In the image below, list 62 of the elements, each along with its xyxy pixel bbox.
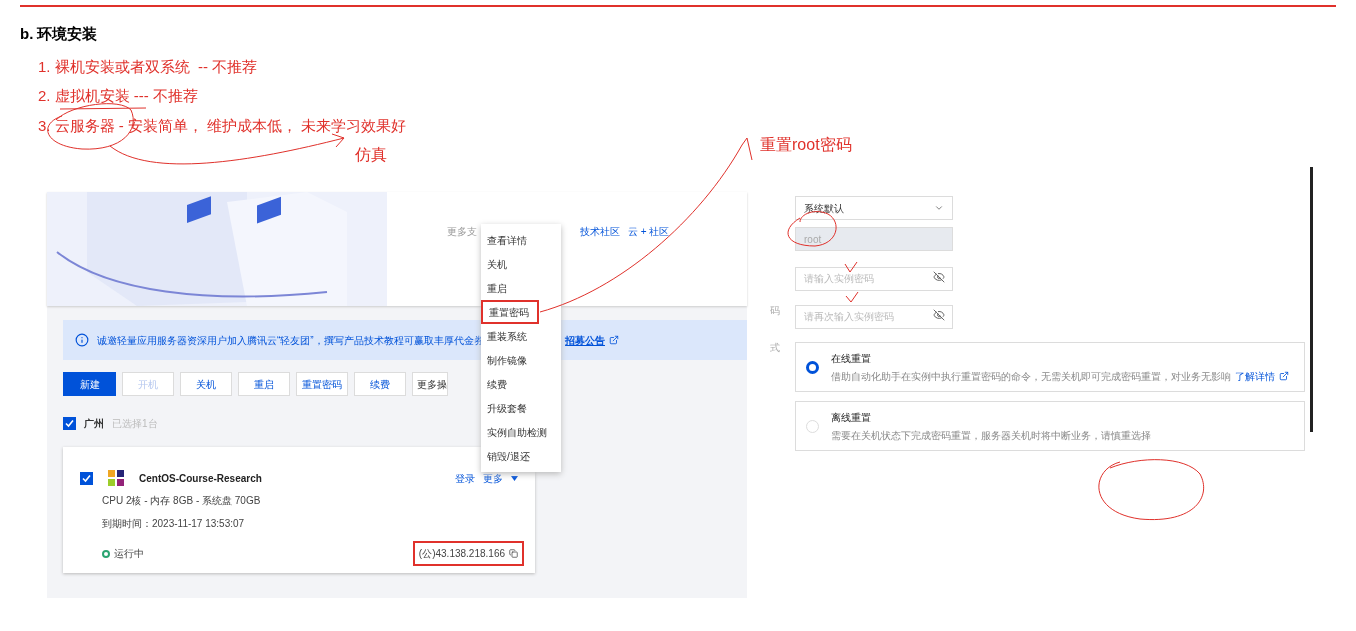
check-icon xyxy=(65,419,74,428)
toolbar-button[interactable]: 关机 xyxy=(180,372,232,396)
community-link[interactable]: 云 + 社区 xyxy=(628,224,670,239)
caret-icon xyxy=(511,475,518,481)
toolbar-button[interactable]: 更多操 xyxy=(412,372,448,396)
menu-item[interactable]: 销毁/退还 xyxy=(481,444,561,468)
radio-button[interactable] xyxy=(806,360,819,374)
hand-drawn-checkmark xyxy=(845,291,859,303)
instance-action-link[interactable]: 登录 xyxy=(455,470,475,486)
username-field: root xyxy=(795,227,953,251)
caret-icon xyxy=(934,203,944,213)
mode-title: 离线重置 xyxy=(831,410,872,425)
learn-more-link[interactable]: 了解详情 xyxy=(1235,368,1289,384)
cut-off-label: 式 xyxy=(770,341,780,355)
list-item: 2. 虚拟机安装 --- 不推荐 xyxy=(38,86,199,106)
menu-item[interactable]: 重置密码 xyxy=(481,300,539,324)
account-select[interactable]: 系统默认 xyxy=(795,196,953,220)
handwritten-note: 重置root密码 xyxy=(760,135,852,155)
menu-item[interactable]: 重启 xyxy=(481,276,561,300)
hide-password-icon[interactable] xyxy=(933,271,945,283)
menu-item[interactable]: 重装系统 xyxy=(481,324,561,348)
external-link-icon xyxy=(1279,371,1289,381)
instance-action-link[interactable]: 更多 xyxy=(483,470,503,486)
hand-drawn-checkmark xyxy=(844,261,858,273)
public-ip: (公)43.138.218.166 xyxy=(412,541,524,566)
hide-password-icon[interactable] xyxy=(933,309,945,321)
list-item: 1. 裸机安装或者双系统 -- 不推荐 xyxy=(38,56,259,77)
instance-specs: CPU 2核 - 内存 8GB - 系统盘 70GB xyxy=(101,494,262,508)
community-link[interactable]: 技术社区 xyxy=(580,224,620,239)
instance-name[interactable]: CentOS-Course-Research xyxy=(139,470,262,486)
notice-link[interactable]: 招募公告 xyxy=(565,332,619,348)
os-logo-icon xyxy=(105,467,127,489)
info-icon xyxy=(75,333,89,347)
support-label: 更多支 xyxy=(447,225,477,239)
handwritten-note: 仿真 xyxy=(355,145,387,165)
copy-icon[interactable] xyxy=(509,549,518,558)
external-link-icon xyxy=(609,335,619,345)
mode-title: 在线重置 xyxy=(831,351,872,366)
mode-description: 借助自动化助手在实例中执行重置密码的命令，无需关机即可完成密码重置，对业务无影响 xyxy=(831,369,1231,384)
instance-checkbox[interactable] xyxy=(80,471,93,485)
mode-description: 需要在关机状态下完成密码重置，服务器关机时将中断业务，请慎重选择 xyxy=(831,428,1151,443)
menu-item[interactable]: 制作镜像 xyxy=(481,348,561,372)
confirm-password-field[interactable]: 请再次输入实例密码 xyxy=(795,304,953,329)
menu-item[interactable]: 实例自助检测 xyxy=(481,420,561,444)
cut-off-label: 码 xyxy=(770,304,780,318)
toolbar-button[interactable]: 重置密码 xyxy=(296,372,348,396)
password-field[interactable]: 请输入实例密码 xyxy=(795,266,953,291)
reset-mode-option[interactable]: 离线重置 需要在关机状态下完成密码重置，服务器关机时将中断业务，请慎重选择 xyxy=(795,401,1305,451)
toolbar-button[interactable]: 新建 xyxy=(63,372,116,396)
menu-item[interactable]: 关机 xyxy=(481,252,561,276)
menu-item[interactable]: 升级套餐 xyxy=(481,396,561,420)
instance-status: 运行中 xyxy=(114,547,144,561)
region-checkbox[interactable] xyxy=(63,417,76,430)
toolbar-button[interactable]: 重启 xyxy=(238,372,290,396)
toolbar-button[interactable]: 续费 xyxy=(354,372,406,396)
region-label: 广州 xyxy=(84,417,104,431)
instance-expiry: 到期时间：2023-11-17 13:53:07 xyxy=(101,517,246,531)
reset-mode-option[interactable]: 在线重置 借助自动化助手在实例中执行重置密码的命令，无需关机即可完成密码重置，对业务无影响 了解详情 xyxy=(795,342,1305,392)
menu-item[interactable]: 续费 xyxy=(481,372,561,396)
menu-item[interactable]: 查看详情 xyxy=(481,228,561,252)
section-heading: b. 环境安装 xyxy=(20,24,99,44)
check-icon xyxy=(82,473,91,483)
